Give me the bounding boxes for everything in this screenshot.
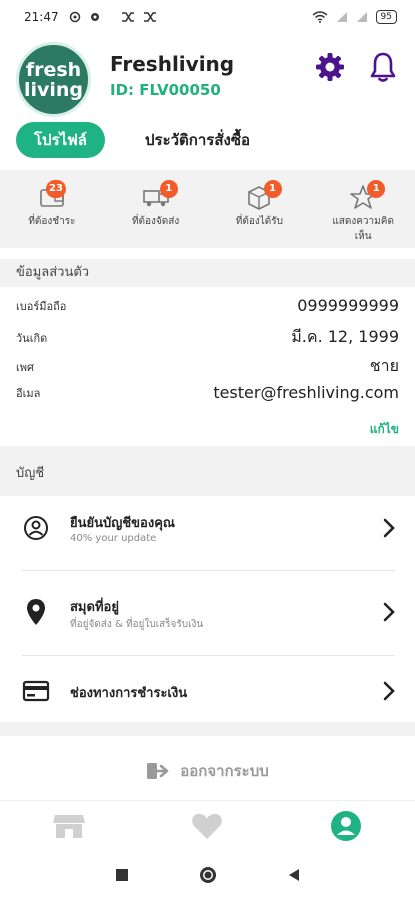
credit-card-icon xyxy=(22,677,50,705)
nav-store[interactable] xyxy=(0,801,138,850)
info-row-phone: เบอร์มือถือ 0999999999 xyxy=(16,296,399,315)
chevron-right-icon xyxy=(379,514,399,542)
status-bar: 21:47 95 xyxy=(0,0,415,34)
user-circle-icon xyxy=(22,514,50,542)
brand-logo: fresh living xyxy=(16,42,91,117)
account-item-verify[interactable]: ยืนยันบัญชีของคุณ 40% your update xyxy=(0,496,415,578)
profile-icon xyxy=(330,810,361,841)
shop-name: Freshliving xyxy=(110,52,235,76)
account-item-subtitle: ที่อยู่จัดส่ง & ที่อยู่ใบเสร็จรับเงิน xyxy=(70,619,204,630)
gender-value: ชาย xyxy=(369,356,399,375)
recent-apps-icon[interactable] xyxy=(115,868,129,882)
order-to-pay[interactable]: 23 ที่ต้องชำระ xyxy=(0,170,104,248)
info-row-gender: เพศ ชาย xyxy=(16,354,399,379)
account-item-address-book[interactable]: สมุดที่อยู่ ที่อยู่จัดส่ง & ที่อยู่ใบเสร… xyxy=(0,578,415,660)
order-to-review[interactable]: 1 แสดงความคิดเห็น xyxy=(311,170,415,248)
logout-label: ออกจากระบบ xyxy=(180,762,269,780)
back-icon[interactable] xyxy=(287,868,301,882)
badge-to-review: 1 xyxy=(367,180,386,198)
profile-tabs: โปรไฟล์ ประวัติการสั่งซื้อ xyxy=(16,122,250,158)
nav-favorites[interactable] xyxy=(138,801,276,850)
logout-icon xyxy=(147,763,169,779)
birthday-label: วันเกิด xyxy=(16,331,48,345)
order-to-ship[interactable]: 1 ที่ต้องจัดส่ง xyxy=(104,170,208,248)
order-label: แสดงความคิดเห็น xyxy=(332,216,394,242)
section-gap xyxy=(0,722,415,736)
chevron-right-icon xyxy=(379,598,399,626)
phone-label: เบอร์มือถือ xyxy=(16,299,67,313)
birthday-value: มี.ค. 12, 1999 xyxy=(291,327,399,346)
divider xyxy=(22,655,395,656)
bell-icon[interactable] xyxy=(366,50,400,84)
store-icon xyxy=(53,814,86,838)
system-nav-bar xyxy=(0,850,415,900)
wifi-icon xyxy=(312,11,328,23)
badge-to-receive: 1 xyxy=(263,180,282,198)
account-item-title: ช่องทางการชำระเงิน xyxy=(70,686,188,701)
location-icon xyxy=(69,11,80,23)
section-account-heading: บัญชี xyxy=(0,458,415,496)
account-item-payment[interactable]: ช่องทางการชำระเงิน xyxy=(0,662,415,720)
phone-value: 0999999999 xyxy=(297,296,399,315)
shuffle-icon xyxy=(121,12,134,22)
bottom-nav xyxy=(0,800,415,850)
divider xyxy=(22,570,395,571)
home-icon[interactable] xyxy=(199,866,217,884)
battery-icon: 95 xyxy=(375,10,397,24)
profile-header: fresh living Freshliving ID: FLV00050 xyxy=(0,34,415,120)
status-time: 21:47 xyxy=(24,10,59,24)
location-pin-icon xyxy=(22,598,50,626)
order-label: ที่ต้องจัดส่ง xyxy=(131,216,180,227)
order-label: ที่ต้องได้รับ xyxy=(235,216,283,227)
badge-to-pay: 23 xyxy=(46,180,66,198)
email-value: tester@freshliving.com xyxy=(213,383,399,402)
shuffle-icon xyxy=(143,12,156,22)
tab-profile[interactable]: โปรไฟล์ xyxy=(16,122,105,158)
heart-icon xyxy=(192,813,223,839)
shop-id: ID: FLV00050 xyxy=(110,81,221,99)
account-item-title: สมุดที่อยู่ xyxy=(70,600,119,615)
email-label: อีเมล xyxy=(16,386,41,400)
logout-button[interactable]: ออกจากระบบ xyxy=(0,745,415,797)
section-gap xyxy=(0,446,415,458)
chevron-right-icon xyxy=(379,677,399,705)
order-label: ที่ต้องชำระ xyxy=(28,216,76,227)
signal-icon xyxy=(356,12,367,22)
section-personal-heading: ข้อมูลส่วนตัว xyxy=(0,259,415,287)
badge-to-ship: 1 xyxy=(159,180,178,198)
order-to-receive[interactable]: 1 ที่ต้องได้รับ xyxy=(208,170,312,248)
gender-label: เพศ xyxy=(16,360,34,374)
info-row-birthday: วันเกิด มี.ค. 12, 1999 xyxy=(16,325,399,350)
info-row-email: อีเมล tester@freshliving.com xyxy=(16,383,399,402)
signal-icon xyxy=(336,12,347,22)
order-status-strip: 23 ที่ต้องชำระ 1 ที่ต้องจัดส่ง 1 ที่ต้อง… xyxy=(0,170,415,248)
nav-profile[interactable] xyxy=(277,801,415,850)
edit-link[interactable]: แก้ไข xyxy=(370,420,399,439)
account-item-title: ยืนยันบัญชีของคุณ xyxy=(70,516,175,531)
tab-order-history[interactable]: ประวัติการสั่งซื้อ xyxy=(145,128,250,152)
gear-icon[interactable] xyxy=(313,50,347,84)
account-item-subtitle: 40% your update xyxy=(70,533,157,544)
settings-icon xyxy=(90,13,99,21)
